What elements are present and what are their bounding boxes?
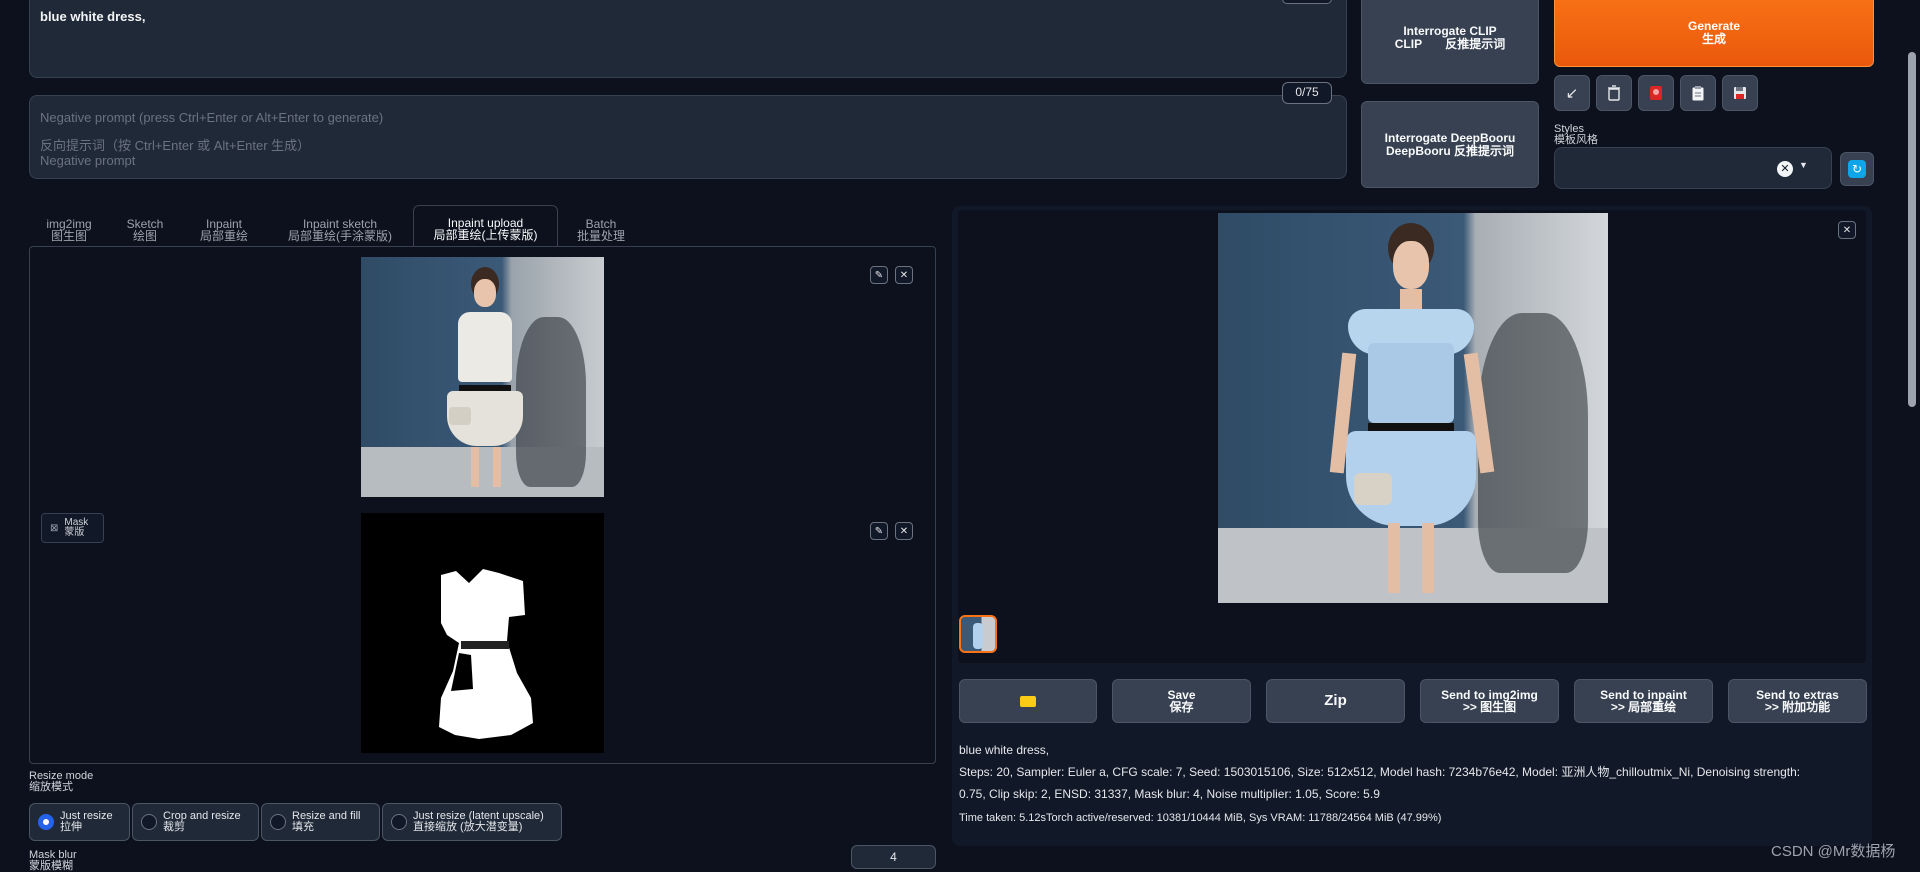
output-thumbnail[interactable] (959, 615, 997, 653)
edit-source-icon[interactable]: ✎ (870, 266, 888, 284)
send-to-extras-button[interactable]: Send to extras >> 附加功能 (1728, 679, 1867, 723)
edit-mask-icon[interactable]: ✎ (870, 522, 888, 540)
mask-blur-input[interactable]: 4 (851, 845, 936, 869)
styles-label-cn: 模板风格 (1554, 134, 1598, 146)
clear-styles-icon[interactable]: ✕ (1777, 161, 1793, 177)
generate-label-cn: 生成 (1701, 31, 1726, 46)
interrogate-clip-button[interactable]: Interrogate CLIP CLIP 反推提示词 (1361, 0, 1539, 84)
negative-placeholder-line1: Negative prompt (press Ctrl+Enter or Alt… (40, 110, 384, 125)
red-card-icon[interactable] (1638, 75, 1674, 111)
tab-img2img[interactable]: img2img 图生图 (36, 216, 102, 244)
save-icon[interactable] (1722, 75, 1758, 111)
prompt-text: blue white dress, (40, 9, 146, 24)
tab-sketch[interactable]: Sketch 绘图 (112, 216, 178, 244)
info-params-line1: Steps: 20, Sampler: Euler a, CFG scale: … (959, 765, 1801, 779)
generate-label: Generate (1687, 18, 1741, 33)
negative-placeholder-line3: Negative prompt (40, 153, 136, 168)
send-to-inpaint-label-cn: >> 局部重绘 (1610, 700, 1677, 714)
image-icon: ⊠ (50, 522, 59, 534)
negative-prompt-textarea[interactable]: Negative prompt (press Ctrl+Enter or Alt… (29, 95, 1347, 179)
prompt-counter-stub (1282, 0, 1332, 4)
info-time: Time taken: 5.12sTorch active/reserved: … (959, 812, 1442, 824)
styles-dropdown[interactable]: ✕ ▼ (1554, 147, 1832, 189)
generation-info: blue white dress, Steps: 20, Sampler: Eu… (959, 739, 1869, 829)
tab-batch-label-cn: 批量处理 (576, 229, 625, 243)
mask-blur-label-cn: 蒙版模糊 (29, 860, 73, 872)
send-to-extras-label-cn: >> 附加功能 (1764, 700, 1831, 714)
radio-selected-icon (38, 814, 54, 830)
interrogate-clip-label-cn: CLIP 反推提示词 (1394, 37, 1506, 51)
resize-mode-label-cn: 缩放模式 (29, 781, 73, 793)
refresh-icon: ↻ (1848, 160, 1866, 178)
tab-sketch-label-cn: 绘图 (132, 229, 157, 243)
resize-option-resize-and-fill[interactable]: Resize and fill 填充 (261, 803, 380, 841)
tab-inpaint-sketch-label-cn: 局部重绘(手涂蒙版) (288, 229, 392, 243)
resize-option-just-resize[interactable]: Just resize 拉伸 (29, 803, 130, 841)
send-to-inpaint-button[interactable]: Send to inpaint >> 局部重绘 (1574, 679, 1713, 723)
tab-inpaint[interactable]: Inpaint 局部重绘 (188, 216, 260, 244)
resize-mode-label: Resize mode 缩放模式 (29, 771, 93, 793)
negative-placeholder-line2: 反向提示词（按 Ctrl+Enter 或 Alt+Enter 生成） (40, 138, 311, 153)
source-image[interactable] (361, 257, 604, 497)
tab-inpaint-sketch[interactable]: Inpaint sketch 局部重绘(手涂蒙版) (272, 216, 408, 244)
zip-label: Zip (1324, 692, 1347, 709)
resize-option-crop-and-resize[interactable]: Crop and resize 裁剪 (132, 803, 259, 841)
page-scrollbar[interactable] (1904, 0, 1920, 869)
save-label-cn: 保存 (1169, 700, 1194, 714)
output-image[interactable] (1218, 213, 1608, 603)
radio-icon (141, 814, 157, 830)
save-button[interactable]: Save 保存 (1112, 679, 1251, 723)
interrogate-deepbooru-label: Interrogate DeepBooru (1384, 130, 1516, 145)
close-output-icon[interactable]: ✕ (1838, 221, 1856, 239)
mask-label: ⊠ Mask 蒙版 (41, 513, 104, 543)
tab-inpaint-label-cn: 局部重绘 (199, 229, 248, 243)
resize-option-label-cn: 填充 (292, 821, 314, 833)
resize-option-label-cn: 裁剪 (163, 821, 185, 833)
mask-image[interactable] (361, 513, 604, 753)
trash-icon[interactable] (1596, 75, 1632, 111)
tab-img2img-label-cn: 图生图 (50, 229, 87, 243)
arrow-icon[interactable]: ↙ (1554, 75, 1590, 111)
open-folder-button[interactable] (959, 679, 1097, 723)
info-params-line2: 0.75, Clip skip: 2, ENSD: 31337, Mask bl… (959, 787, 1380, 801)
chevron-down-icon[interactable]: ▼ (1799, 160, 1808, 170)
send-to-img2img-label-cn: >> 图生图 (1462, 700, 1517, 714)
resize-option-label-cn: 拉伸 (60, 821, 82, 833)
folder-icon (1020, 695, 1036, 707)
interrogate-deepbooru-label-cn: DeepBooru 反推提示词 (1385, 143, 1514, 158)
tab-inpaint-upload-label-cn: 局部重绘(上传蒙版) (433, 228, 538, 242)
watermark: CSDN @Mr数据杨 (1771, 843, 1896, 860)
styles-label: Styles 模板风格 (1554, 124, 1598, 146)
clipboard-icon[interactable] (1680, 75, 1716, 111)
interrogate-deepbooru-button[interactable]: Interrogate DeepBooru DeepBooru 反推提示词 (1361, 101, 1539, 188)
scrollbar-thumb[interactable] (1908, 52, 1916, 407)
tab-batch[interactable]: Batch 批量处理 (565, 216, 637, 244)
refresh-styles-button[interactable]: ↻ (1840, 152, 1874, 186)
prompt-textarea[interactable]: blue white dress, (29, 0, 1347, 78)
info-prompt: blue white dress, (959, 743, 1050, 757)
send-to-img2img-button[interactable]: Send to img2img >> 图生图 (1420, 679, 1559, 723)
zip-button[interactable]: Zip (1266, 679, 1405, 723)
mask-label-cn: 蒙版 (64, 527, 85, 538)
radio-icon (270, 814, 286, 830)
resize-option-latent-upscale[interactable]: Just resize (latent upscale) 直接缩放 (放大潜变量) (382, 803, 562, 841)
tab-inpaint-upload[interactable]: Inpaint upload 局部重绘(上传蒙版) (413, 205, 558, 247)
token-counter: 0/75 (1282, 82, 1332, 104)
radio-icon (391, 814, 407, 830)
resize-option-label-cn: 直接缩放 (放大潜变量) (413, 821, 523, 833)
close-mask-icon[interactable]: ✕ (895, 522, 913, 540)
generate-button[interactable]: Generate 生成 (1554, 0, 1874, 67)
close-source-icon[interactable]: ✕ (895, 266, 913, 284)
